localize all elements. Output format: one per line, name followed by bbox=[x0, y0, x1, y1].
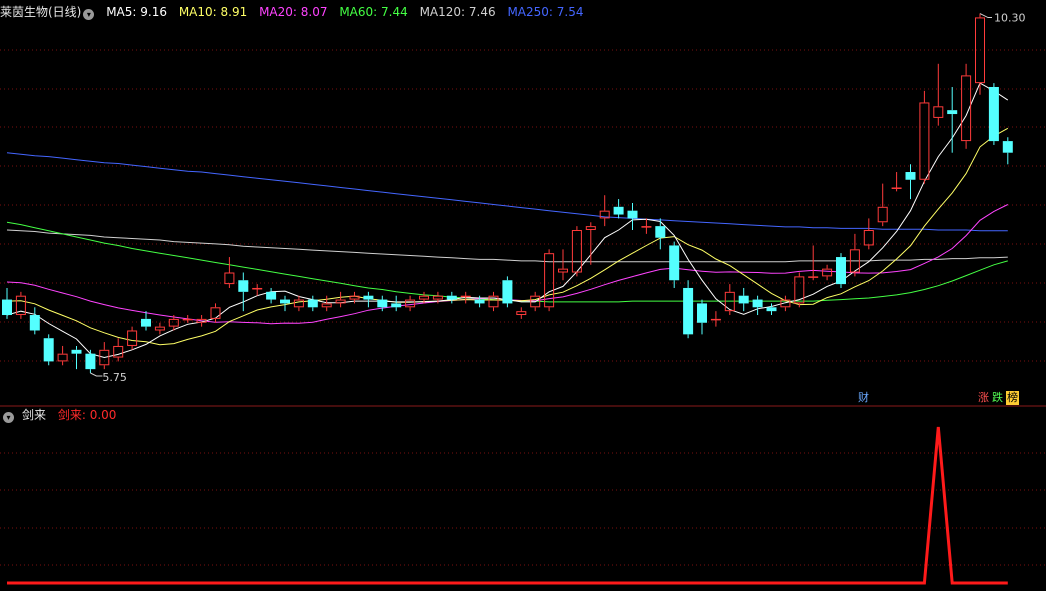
candle-body bbox=[224, 272, 235, 285]
candle-body bbox=[585, 226, 596, 230]
candle-body bbox=[127, 330, 138, 346]
ma120-label: MA120: 7.46 bbox=[419, 5, 496, 19]
candle-body bbox=[905, 172, 916, 180]
candle-body bbox=[1002, 141, 1013, 153]
candle-body bbox=[641, 226, 652, 228]
candle-body bbox=[238, 280, 249, 292]
candle-body bbox=[419, 295, 429, 300]
candle-body bbox=[280, 299, 290, 304]
candle-body bbox=[558, 268, 568, 273]
candle-body bbox=[154, 326, 165, 331]
candle-body bbox=[836, 257, 846, 285]
candle-body bbox=[516, 311, 527, 316]
zhang-badge[interactable]: 涨 bbox=[977, 391, 990, 405]
ma250-line bbox=[6, 152, 1008, 232]
candle-body bbox=[683, 287, 694, 335]
die-badge[interactable]: 跌 bbox=[991, 391, 1004, 405]
candle-body bbox=[321, 303, 332, 308]
indicator-value: 剑来: 0.00 bbox=[57, 408, 117, 422]
candle-body bbox=[460, 295, 471, 298]
candle-body bbox=[613, 206, 624, 215]
ma120-line bbox=[6, 229, 1008, 263]
candle-body bbox=[891, 187, 902, 189]
bang-badge[interactable]: 榜 bbox=[1006, 391, 1019, 405]
candle-body bbox=[947, 110, 958, 115]
candle-body bbox=[738, 295, 749, 304]
candle-body bbox=[307, 299, 318, 308]
candle-body bbox=[29, 315, 40, 331]
candle-body bbox=[474, 299, 485, 304]
candle-body bbox=[293, 299, 304, 308]
candle-body bbox=[43, 338, 54, 362]
candle-body bbox=[252, 287, 263, 290]
low-price-label: 5.75 bbox=[102, 371, 127, 384]
candle-body bbox=[405, 299, 416, 308]
main-chart-header: 莱茵生物(日线) ▾ MA5: 9.16 MA10: 8.91 MA20: 8.0… bbox=[0, 2, 1046, 22]
candle-body bbox=[210, 307, 221, 319]
candle-body bbox=[877, 206, 888, 223]
candle-body bbox=[2, 299, 12, 316]
indicator-header: ▾ 剑来 剑来: 0.00 bbox=[0, 405, 1046, 425]
candle-body bbox=[571, 229, 582, 273]
candle-body bbox=[766, 307, 777, 312]
candle-body bbox=[919, 102, 930, 180]
candle-body bbox=[710, 318, 721, 321]
candle-body bbox=[446, 295, 457, 300]
stock-title: 莱茵生物(日线) bbox=[0, 5, 82, 19]
ma5-line bbox=[6, 82, 1009, 359]
ma20-label: MA20: 8.07 bbox=[259, 5, 328, 19]
indicator-name: 剑来 bbox=[22, 408, 47, 422]
ma250-label: MA250: 7.54 bbox=[507, 5, 584, 19]
candle-body bbox=[794, 276, 805, 304]
candle-body bbox=[863, 229, 874, 246]
candle-body bbox=[432, 295, 443, 300]
ma10-line bbox=[6, 127, 1009, 346]
toggle-icon[interactable]: ▾ bbox=[3, 412, 14, 423]
ma5-label: MA5: 9.16 bbox=[106, 5, 167, 19]
stock-chart-canvas[interactable]: 10.305.75 bbox=[0, 0, 1046, 591]
low-marker bbox=[90, 372, 103, 377]
candle-body bbox=[85, 353, 96, 370]
candle-body bbox=[752, 299, 763, 308]
candle-body bbox=[349, 295, 360, 300]
candle-body bbox=[168, 318, 179, 327]
candle-body bbox=[502, 280, 513, 304]
candle-body bbox=[808, 276, 819, 278]
candle-body bbox=[988, 86, 999, 142]
candle-body bbox=[182, 318, 193, 321]
toggle-icon[interactable]: ▾ bbox=[83, 9, 95, 20]
candle-body bbox=[627, 210, 638, 219]
candle-body bbox=[266, 291, 277, 300]
candle-body bbox=[697, 303, 707, 323]
candle-body bbox=[57, 353, 68, 362]
candle-body bbox=[335, 299, 346, 304]
indicator-line bbox=[7, 426, 1008, 585]
candle-body bbox=[71, 349, 82, 354]
ma10-label: MA10: 8.91 bbox=[178, 5, 248, 19]
candle-body bbox=[669, 245, 680, 281]
candle-body bbox=[822, 268, 833, 277]
candle-body bbox=[377, 299, 388, 308]
candle-body bbox=[391, 303, 402, 308]
cai-badge[interactable]: 财 bbox=[857, 391, 870, 405]
ma60-label: MA60: 7.44 bbox=[339, 5, 408, 19]
candle-body bbox=[363, 295, 374, 300]
candle-body bbox=[655, 226, 666, 238]
candle-body bbox=[141, 318, 151, 327]
candle-body bbox=[933, 106, 944, 118]
